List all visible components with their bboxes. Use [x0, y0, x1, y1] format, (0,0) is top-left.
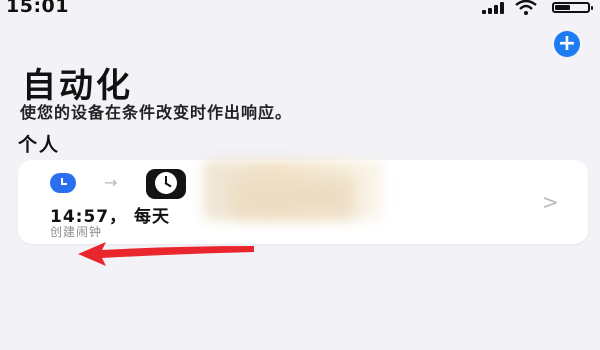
battery-level [555, 5, 570, 10]
chevron-right-icon[interactable]: > [542, 190, 559, 214]
clock-app-icon [146, 169, 186, 199]
plus-icon: + [557, 31, 577, 56]
clock-face [155, 172, 177, 194]
blurred-region-inner [233, 178, 353, 216]
status-time: 15:01 [6, 0, 69, 17]
automation-card[interactable]: → 14:57， 每天 创建闹钟 > [18, 160, 588, 244]
clock-trigger-icon [50, 173, 76, 193]
section-header-personal: 个人 [18, 134, 61, 156]
annotation-arrow [78, 242, 254, 266]
page-subtitle: 使您的设备在条件改变时作出响应。 [20, 103, 293, 122]
cellular-signal-icon [482, 2, 504, 14]
wifi-icon [515, 0, 537, 15]
add-automation-button[interactable]: + [554, 31, 580, 57]
arrow-icon: → [104, 173, 118, 192]
status-bar: 15:01 [0, 0, 600, 18]
battery-icon [552, 2, 593, 13]
